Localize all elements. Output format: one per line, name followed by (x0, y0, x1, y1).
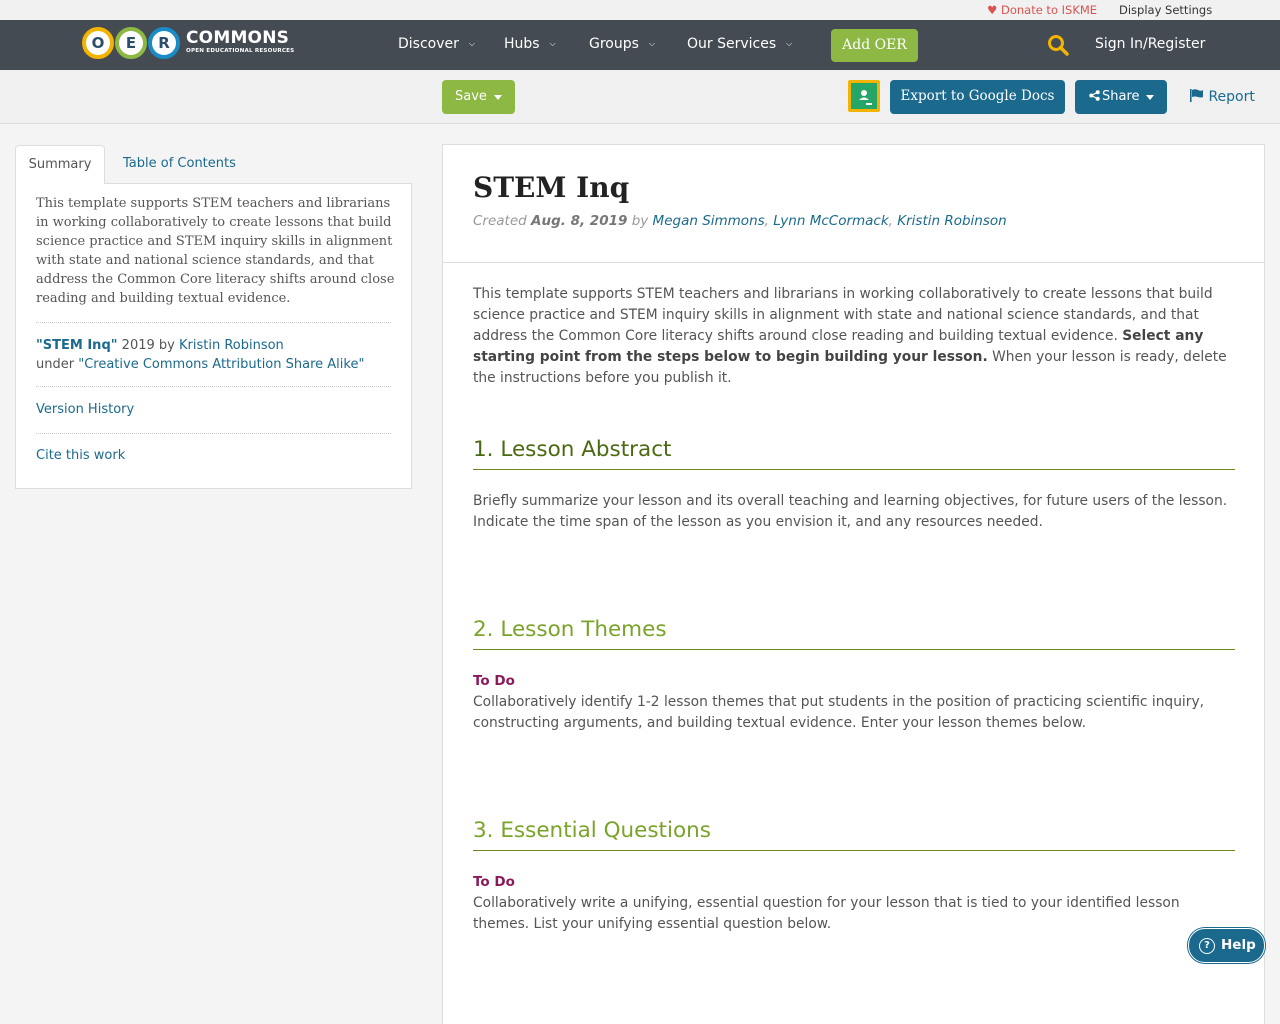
divider (36, 322, 391, 323)
caret-down-icon (494, 95, 502, 100)
divider (36, 433, 391, 434)
google-classroom-icon[interactable] (848, 80, 880, 112)
save-button[interactable]: Save (442, 80, 515, 114)
logo-letter-o: O (82, 27, 114, 59)
nav-hubs-label: Hubs (504, 36, 540, 52)
attribution-author-link[interactable]: Kristin Robinson (179, 338, 284, 353)
resource-action-bar: Save Export to Google Docs Share Report (0, 70, 1280, 124)
question-icon: ? (1199, 938, 1215, 954)
summary-panel: This template supports STEM teachers and… (15, 183, 412, 489)
section-text-lesson-themes: Collaboratively identify 1-2 lesson them… (473, 694, 1204, 731)
report-label: Report (1208, 89, 1255, 105)
resource-sidebar: Summary Table of Contents This template … (15, 145, 412, 489)
chevron-down-icon: ⌵ (549, 39, 556, 48)
attribution-title[interactable]: "STEM Inq" (36, 338, 118, 353)
section-heading-lesson-abstract: 1. Lesson Abstract (473, 437, 1235, 470)
section-heading-essential-questions: 3. Essential Questions (473, 818, 1235, 851)
resource-meta: Created Aug. 8, 2019 by Megan Simmons, L… (473, 213, 1007, 229)
nav-groups[interactable]: Groups ⌵ (589, 36, 655, 52)
todo-label: To Do (473, 874, 515, 890)
main-navbar: O E R COMMONS OPEN EDUCATIONAL RESOURCES… (0, 20, 1280, 70)
classroom-person-icon (859, 90, 872, 105)
author-link[interactable]: Lynn McCormack (773, 213, 888, 229)
sign-in-register-link[interactable]: Sign In/Register (1095, 36, 1205, 52)
oer-commons-logo[interactable]: O E R COMMONS OPEN EDUCATIONAL RESOURCES (82, 25, 294, 61)
donate-link[interactable]: ♥ Donate to ISKME (987, 3, 1097, 17)
divider (36, 386, 391, 387)
nav-our-services-label: Our Services (687, 36, 777, 52)
logo-letter-e: E (115, 27, 147, 59)
share-icon (1089, 90, 1100, 101)
utility-bar: ♥ Donate to ISKME Display Settings (0, 0, 1280, 20)
share-button[interactable]: Share (1075, 80, 1167, 114)
export-to-google-docs-button[interactable]: Export to Google Docs (890, 80, 1065, 114)
page-title: STEM Inq (473, 171, 630, 204)
intro-paragraph: This template supports STEM teachers and… (473, 284, 1235, 389)
search-icon[interactable] (1047, 34, 1069, 56)
resource-content: STEM Inq Created Aug. 8, 2019 by Megan S… (442, 144, 1265, 1024)
chevron-down-icon: ⌵ (786, 39, 793, 48)
nav-groups-label: Groups (589, 36, 639, 52)
tab-summary[interactable]: Summary (15, 145, 105, 184)
caret-down-icon (1146, 95, 1154, 100)
author-link[interactable]: Megan Simmons (653, 213, 765, 229)
section-text-essential-questions: Collaboratively write a unifying, essent… (473, 895, 1180, 932)
license-link[interactable]: "Creative Commons Attribution Share Alik… (78, 357, 364, 372)
created-label: Created (473, 213, 527, 229)
donate-label: Donate to ISKME (1000, 3, 1098, 17)
logo-wordmark: COMMONS (186, 28, 290, 48)
summary-description: This template supports STEM teachers and… (36, 196, 395, 306)
attribution-year-by: 2019 by (121, 338, 175, 353)
todo-label: To Do (473, 673, 515, 689)
intro-text: This template supports STEM teachers and… (473, 286, 1213, 344)
save-label: Save (455, 89, 487, 104)
attribution: "STEM Inq" 2019 by Kristin Robinson unde… (36, 336, 396, 374)
section-heading-lesson-themes: 2. Lesson Themes (473, 617, 1235, 650)
resource-header: STEM Inq Created Aug. 8, 2019 by Megan S… (443, 145, 1264, 263)
cite-this-work-link[interactable]: Cite this work (36, 448, 125, 463)
attribution-under: under (36, 357, 75, 372)
tab-table-of-contents[interactable]: Table of Contents (123, 145, 236, 184)
nav-discover-label: Discover (398, 36, 459, 52)
nav-discover[interactable]: Discover ⌵ (398, 36, 475, 52)
add-oer-button[interactable]: Add OER (831, 29, 918, 62)
by-label: by (631, 213, 649, 229)
author-link[interactable]: Kristin Robinson (897, 213, 1006, 229)
section-text-lesson-abstract: Briefly summarize your lesson and its ov… (473, 493, 1228, 530)
nav-our-services[interactable]: Our Services ⌵ (687, 36, 792, 52)
help-label: Help (1221, 937, 1256, 953)
logo-letter-r: R (148, 27, 180, 59)
version-history-link[interactable]: Version History (36, 402, 134, 417)
share-label: Share (1102, 89, 1140, 104)
help-button[interactable]: ? Help (1188, 928, 1265, 963)
logo-tagline: OPEN EDUCATIONAL RESOURCES (186, 48, 295, 54)
nav-hubs[interactable]: Hubs ⌵ (504, 36, 556, 52)
display-settings-link[interactable]: Display Settings (1119, 3, 1212, 17)
chevron-down-icon: ⌵ (648, 39, 655, 48)
report-link[interactable]: Report (1190, 88, 1255, 105)
created-date: Aug. 8, 2019 (531, 213, 628, 229)
flag-icon (1190, 89, 1203, 102)
chevron-down-icon: ⌵ (468, 39, 475, 48)
